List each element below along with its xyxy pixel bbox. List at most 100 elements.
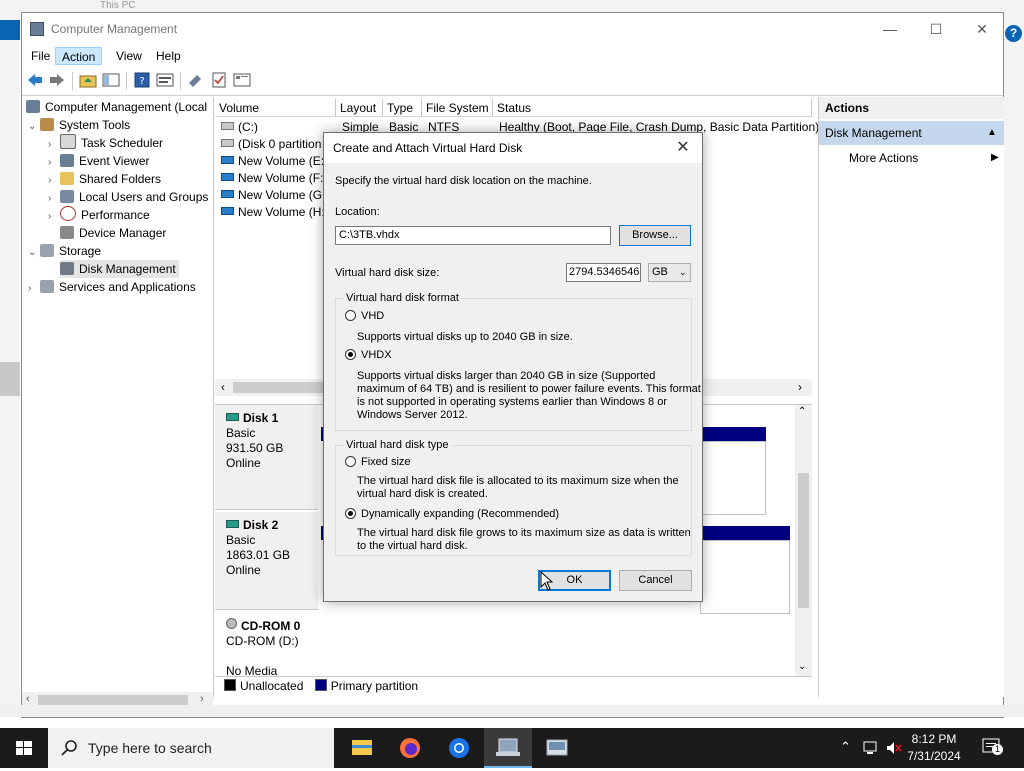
title-bar[interactable]: Computer Management — ☐ ✕ <box>22 13 1003 44</box>
show-hide-tree-icon[interactable] <box>102 72 120 88</box>
toolbar-separator <box>72 72 73 90</box>
vhd-label[interactable]: VHD <box>361 310 384 323</box>
computer-management-icon <box>26 100 40 113</box>
tree-node-task-scheduler[interactable]: › Task Scheduler <box>48 134 163 152</box>
legend-primary: Primary partition <box>314 679 418 693</box>
dynamic-expanding-radio[interactable] <box>345 508 356 519</box>
network-icon[interactable] <box>862 740 880 756</box>
minimize-button[interactable]: — <box>867 17 913 41</box>
console-tree: Computer Management (Local ⌄ System Tools… <box>22 97 214 709</box>
taskbar-search-box[interactable]: Type here to search <box>48 728 334 768</box>
actions-section-disk-management[interactable]: Disk Management ▲ <box>819 121 1004 145</box>
tree-node-performance[interactable]: › Performance <box>48 206 150 224</box>
tree-node-disk-management[interactable]: Disk Management <box>60 260 179 278</box>
tree-node-root[interactable]: Computer Management (Local <box>26 98 207 116</box>
help-icon[interactable]: ? <box>1005 25 1022 42</box>
table-row[interactable]: New Volume (G:) <box>221 187 329 204</box>
properties-icon[interactable] <box>156 72 174 88</box>
column-header-volume[interactable]: Volume <box>215 99 336 117</box>
volume-muted-icon[interactable] <box>885 740 903 756</box>
table-row[interactable]: (Disk 0 partition <box>221 136 321 153</box>
computer-management-icon <box>496 738 520 756</box>
column-header-layout[interactable]: Layout <box>336 99 383 117</box>
clock-date[interactable]: 7/31/2024 <box>904 749 964 763</box>
expand-chevron-icon[interactable]: › <box>48 208 60 226</box>
tree-node-event-viewer[interactable]: › Event Viewer <box>48 152 149 170</box>
collapse-chevron-icon[interactable]: ⌄ <box>28 244 40 262</box>
menu-view[interactable]: View <box>110 47 148 65</box>
taskbar-disk-app[interactable] <box>533 728 581 768</box>
dialog-title-bar[interactable]: Create and Attach Virtual Hard Disk ✕ <box>324 133 702 163</box>
close-button[interactable]: ✕ <box>959 17 1005 41</box>
connect-icon[interactable] <box>187 72 205 88</box>
clock-time[interactable]: 8:12 PM <box>904 732 964 746</box>
expand-chevron-icon[interactable]: › <box>28 280 40 298</box>
collapse-chevron-icon[interactable]: ⌄ <box>28 118 40 136</box>
maximize-button[interactable]: ☐ <box>913 17 959 41</box>
tree-node-services[interactable]: › Services and Applications <box>28 278 196 296</box>
size-input[interactable]: 2794.5346546 <box>566 263 641 282</box>
forward-arrow-icon[interactable] <box>48 72 66 88</box>
browse-button[interactable]: Browse... <box>619 225 691 246</box>
location-input[interactable]: C:\3TB.vhdx <box>335 226 611 245</box>
taskbar-computer-management[interactable] <box>484 728 532 768</box>
fixed-size-label[interactable]: Fixed size <box>361 456 411 469</box>
tree-node-storage[interactable]: ⌄ Storage <box>28 242 101 260</box>
services-icon <box>40 280 54 293</box>
view-options-icon[interactable] <box>233 72 251 88</box>
windows-start-icon[interactable] <box>0 728 48 768</box>
menu-help[interactable]: Help <box>150 47 187 65</box>
table-row[interactable]: New Volume (F:) <box>221 170 327 187</box>
tree-node-device-manager[interactable]: Device Manager <box>60 224 166 242</box>
vhd-radio[interactable] <box>345 310 356 321</box>
vhdx-label[interactable]: VHDX <box>361 349 392 362</box>
scroll-left-icon[interactable]: ‹ <box>221 380 225 394</box>
status-bar <box>0 705 1024 717</box>
more-actions-item[interactable]: More Actions <box>849 149 918 167</box>
up-folder-icon[interactable] <box>79 72 97 88</box>
menu-file[interactable]: File <box>25 47 56 65</box>
table-row[interactable]: (C:) Simple Basic NTFS Healthy (Boot, Pa… <box>221 119 819 136</box>
dialog-instruction: Specify the virtual hard disk location o… <box>335 175 592 187</box>
column-header-type[interactable]: Type <box>383 99 422 117</box>
dynamic-expanding-label[interactable]: Dynamically expanding (Recommended) <box>361 508 559 521</box>
cancel-button[interactable]: Cancel <box>619 570 692 591</box>
dialog-close-icon[interactable]: ✕ <box>670 137 696 159</box>
disk-1-label[interactable]: Disk 1 Basic 931.50 GB Online <box>215 405 318 510</box>
notification-center-button[interactable]: 1 <box>982 738 1003 756</box>
scroll-down-icon[interactable]: ⌄ <box>798 661 806 672</box>
table-row[interactable]: New Volume (E:) <box>221 153 328 170</box>
scroll-right-icon[interactable]: › <box>798 380 802 394</box>
cdrom-label[interactable]: CD-ROM 0 CD-ROM (D:) No Media <box>215 612 318 678</box>
tree-node-shared-folders[interactable]: › Shared Folders <box>48 170 161 188</box>
vhdx-radio[interactable] <box>345 349 356 360</box>
drive-icon <box>221 190 234 198</box>
drive-icon <box>221 156 234 164</box>
checklist-icon[interactable] <box>210 72 228 88</box>
partition-block[interactable] <box>700 441 766 515</box>
scroll-up-icon[interactable]: ⌃ <box>798 406 806 417</box>
menu-action[interactable]: Action <box>55 47 103 65</box>
tray-overflow-chevron-icon[interactable]: ⌃ <box>840 739 851 755</box>
help-topics-icon[interactable]: ? <box>133 72 151 88</box>
tree-node-local-users[interactable]: › Local Users and Groups <box>48 188 208 206</box>
disk-2-label[interactable]: Disk 2 Basic 1863.01 GB Online <box>215 512 318 610</box>
size-unit-select[interactable]: GB ⌄ <box>648 263 691 282</box>
scroll-right-icon[interactable]: › <box>200 693 204 705</box>
type-group-label: Virtual hard disk type <box>344 439 451 452</box>
column-header-status[interactable]: Status <box>493 99 812 117</box>
scroll-left-icon[interactable]: ‹ <box>26 693 30 705</box>
fixed-size-radio[interactable] <box>345 456 356 467</box>
column-header-file-system[interactable]: File System <box>422 99 493 117</box>
partition-block[interactable] <box>700 540 790 614</box>
tree-node-system-tools[interactable]: ⌄ System Tools <box>28 116 130 134</box>
table-row[interactable]: New Volume (H:) <box>221 204 329 221</box>
taskbar-chrome[interactable] <box>435 728 483 768</box>
taskbar-firefox[interactable] <box>386 728 434 768</box>
back-arrow-icon[interactable] <box>26 72 44 88</box>
taskbar-file-explorer[interactable] <box>338 728 386 768</box>
background-right-edge <box>1004 12 1024 717</box>
disk-map-vertical-scrollbar[interactable]: ⌃ ⌄ <box>795 405 812 677</box>
disk-icon <box>226 520 239 528</box>
collapse-triangle-icon[interactable]: ▲ <box>987 121 997 145</box>
